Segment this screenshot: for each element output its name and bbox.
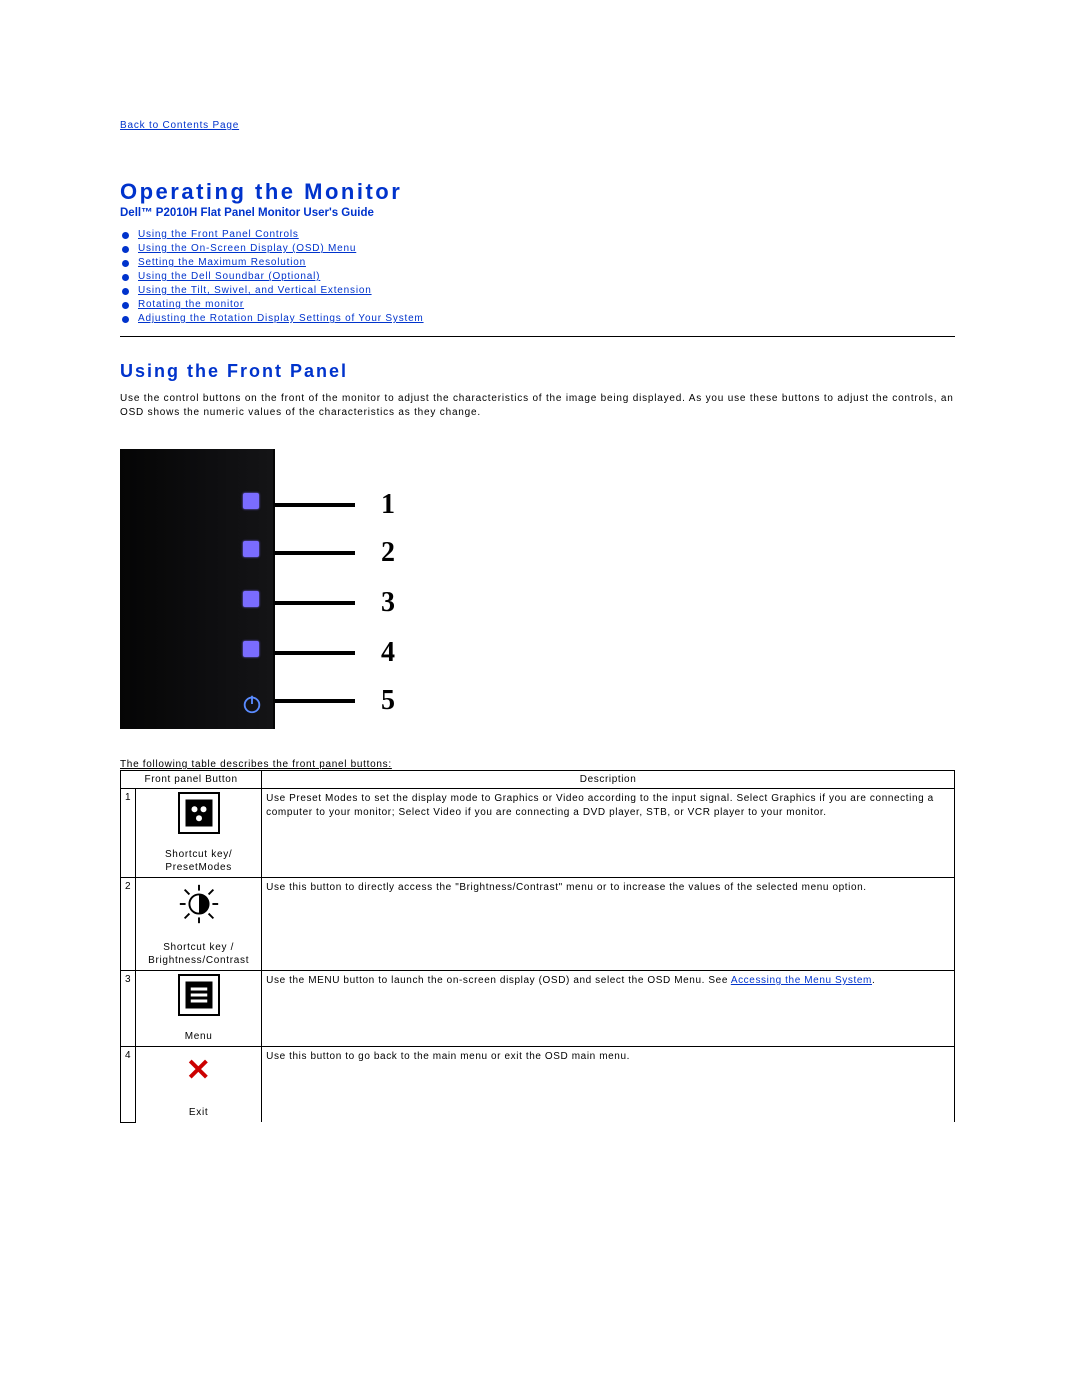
toc-link[interactable]: Using the On-Screen Display (OSD) Menu xyxy=(138,243,356,254)
panel-button-icon xyxy=(243,541,259,557)
monitor-bezel xyxy=(120,449,275,729)
callout-number: 3 xyxy=(381,587,395,619)
section-intro: Use the control buttons on the front of … xyxy=(120,392,955,419)
callout-number: 1 xyxy=(381,489,395,521)
row-number: 3 xyxy=(121,971,136,1047)
toc-link[interactable]: Using the Tilt, Swivel, and Vertical Ext… xyxy=(138,285,372,296)
divider xyxy=(120,336,955,337)
row-number: 4 xyxy=(121,1047,136,1123)
callout-number: 2 xyxy=(381,537,395,569)
section-heading: Using the Front Panel xyxy=(120,361,955,382)
button-label: Menu xyxy=(140,1030,257,1043)
button-label: Shortcut key/ PresetModes xyxy=(140,848,257,874)
panel-button-icon xyxy=(243,641,259,657)
toc-link[interactable]: Using the Dell Soundbar (Optional) xyxy=(138,271,320,282)
panel-button-icon xyxy=(243,493,259,509)
button-label: Shortcut key / Brightness/Contrast xyxy=(140,941,257,967)
button-description: Use this button to directly access the "… xyxy=(262,878,955,971)
figure-labels: 1 2 3 4 5 xyxy=(275,449,455,729)
button-icon-cell: Menu xyxy=(136,971,262,1047)
page-subtitle: Dell™ P2010H Flat Panel Monitor User's G… xyxy=(120,207,955,219)
row-number: 2 xyxy=(121,878,136,971)
button-icon-cell: Shortcut key / Brightness/Contrast xyxy=(136,878,262,971)
toc-link[interactable]: Rotating the monitor xyxy=(138,299,244,310)
panel-button-icon xyxy=(243,591,259,607)
callout-number: 5 xyxy=(381,685,395,717)
row-number: 1 xyxy=(121,789,136,878)
table-row: 1 Shortcut key/ PresetModes Use Preset M… xyxy=(121,789,955,878)
power-button-icon xyxy=(241,693,263,715)
toc-link[interactable]: Setting the Maximum Resolution xyxy=(138,257,306,268)
menu-icon xyxy=(178,974,220,1016)
toc-link[interactable]: Using the Front Panel Controls xyxy=(138,229,299,240)
front-panel-figure: 1 2 3 4 5 xyxy=(120,449,955,729)
toc-link[interactable]: Adjusting the Rotation Display Settings … xyxy=(138,313,424,324)
preset-modes-icon xyxy=(178,792,220,834)
brightness-icon xyxy=(176,881,222,927)
button-label: Exit xyxy=(140,1106,257,1119)
table-caption: The following table describes the front … xyxy=(120,759,955,770)
table-row: 2 xyxy=(121,878,955,971)
button-icon-cell: Shortcut key/ PresetModes xyxy=(136,789,262,878)
button-description: Use this button to go back to the main m… xyxy=(262,1047,955,1123)
button-table: Front panel Button Description 1 Shortcu… xyxy=(120,770,955,1123)
document-page: Back to Contents Page Operating the Moni… xyxy=(0,0,1080,1143)
table-header: Front panel Button xyxy=(121,771,262,789)
callout-number: 4 xyxy=(381,637,395,669)
button-description: Use the MENU button to launch the on-scr… xyxy=(262,971,955,1047)
page-title: Operating the Monitor xyxy=(120,179,955,205)
button-icon-cell: ✕ Exit xyxy=(136,1047,262,1123)
button-description: Use Preset Modes to set the display mode… xyxy=(262,789,955,878)
inline-link[interactable]: Accessing the Menu System xyxy=(731,975,872,986)
table-row: 4 ✕ Exit Use this button to go back to t… xyxy=(121,1047,955,1123)
table-row: 3 Menu Use the MENU button to launch the… xyxy=(121,971,955,1047)
table-of-contents: Using the Front Panel Controls Using the… xyxy=(120,229,955,324)
exit-icon: ✕ xyxy=(140,1050,257,1092)
back-to-contents-link[interactable]: Back to Contents Page xyxy=(120,120,239,131)
table-header: Description xyxy=(262,771,955,789)
